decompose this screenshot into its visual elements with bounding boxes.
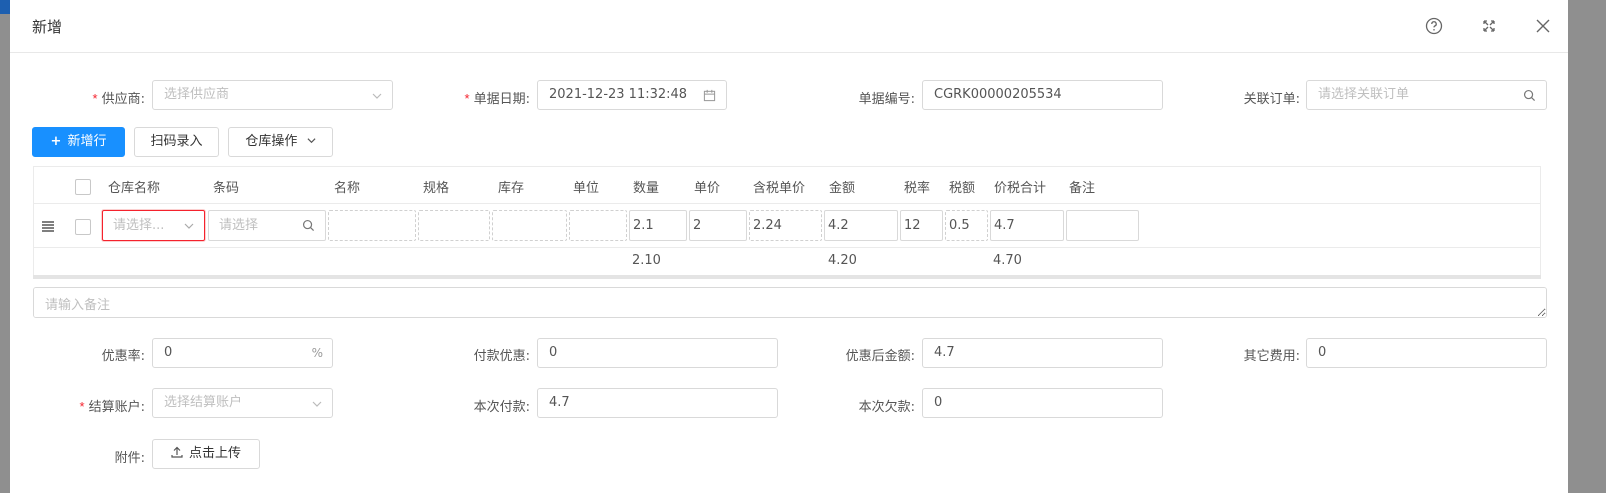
- dialog-title: 新增: [32, 18, 63, 36]
- chevron-down-icon: [184, 223, 194, 229]
- date-picker[interactable]: 2021-12-23 11:32:48: [537, 80, 727, 110]
- total-input[interactable]: 4.7: [990, 210, 1064, 241]
- table-divider: [33, 203, 1541, 204]
- order-label: 关联订单:: [1243, 92, 1300, 107]
- col-remark: 备注: [1069, 181, 1096, 196]
- row-checkbox[interactable]: [75, 219, 91, 235]
- tax-cell[interactable]: 0.5: [945, 210, 988, 241]
- warehouse-select[interactable]: 请选择...: [102, 210, 205, 241]
- scan-entry-button[interactable]: 扫码录入: [134, 127, 219, 157]
- col-name: 名称: [334, 181, 361, 196]
- attachment-label: 附件:: [114, 451, 145, 466]
- help-icon[interactable]: [1424, 16, 1444, 36]
- other-fee-label: 其它费用:: [1243, 349, 1300, 364]
- background-overlay: [1568, 0, 1606, 493]
- payment-discount-input[interactable]: 0: [537, 338, 778, 368]
- this-payment-label: 本次付款:: [473, 400, 530, 415]
- date-label: * 单据日期:: [464, 91, 530, 107]
- plus-icon: +: [50, 134, 62, 149]
- barcode-search[interactable]: 请选择: [208, 210, 326, 241]
- name-cell[interactable]: [328, 210, 416, 241]
- sum-amount: 4.20: [828, 253, 857, 268]
- remark-cell-input[interactable]: [1066, 210, 1139, 241]
- add-row-button[interactable]: + 新增行: [32, 127, 125, 157]
- unit-cell[interactable]: [569, 210, 627, 241]
- col-qty: 数量: [633, 181, 660, 196]
- calendar-icon: [703, 89, 716, 102]
- chevron-down-icon: [372, 93, 382, 99]
- close-icon[interactable]: [1533, 16, 1553, 36]
- col-spec: 规格: [423, 181, 450, 196]
- warehouse-ops-dropdown[interactable]: 仓库操作: [228, 127, 333, 157]
- col-price: 单价: [694, 181, 721, 196]
- discount-rate-label: 优惠率:: [101, 349, 145, 364]
- col-barcode: 条码: [213, 181, 240, 196]
- spec-cell[interactable]: [418, 210, 490, 241]
- fullscreen-icon[interactable]: [1479, 16, 1499, 36]
- percent-suffix: %: [311, 346, 323, 360]
- chevron-down-icon: [312, 401, 322, 407]
- doc-no-label: 单据编号:: [858, 92, 915, 107]
- after-discount-label: 优惠后金额:: [845, 349, 915, 364]
- upload-button[interactable]: 点击上传: [152, 439, 260, 469]
- sum-total: 4.70: [993, 253, 1022, 268]
- supplier-select[interactable]: 选择供应商: [152, 80, 393, 110]
- search-icon[interactable]: [1523, 89, 1536, 102]
- order-search-input[interactable]: 请选择关联订单: [1306, 80, 1547, 110]
- qty-input[interactable]: 2.1: [629, 210, 687, 241]
- stock-cell[interactable]: [492, 210, 567, 241]
- col-tax-price: 含税单价: [753, 181, 806, 196]
- col-unit: 单位: [573, 181, 600, 196]
- col-total: 价税合计: [994, 181, 1047, 196]
- table-divider: [33, 247, 1541, 248]
- supplier-label: * 供应商:: [92, 91, 145, 107]
- other-fee-input[interactable]: 0: [1306, 338, 1547, 368]
- this-debt-label: 本次欠款:: [858, 400, 915, 415]
- discount-rate-input[interactable]: 0 %: [152, 338, 333, 368]
- this-debt-input[interactable]: 0: [922, 388, 1163, 418]
- upload-icon: [171, 446, 183, 458]
- table-scrollbar[interactable]: [33, 275, 1541, 279]
- this-payment-input[interactable]: 4.7: [537, 388, 778, 418]
- background-accent: [0, 0, 10, 14]
- account-label: * 结算账户:: [79, 399, 145, 415]
- tax-rate-input[interactable]: 12: [900, 210, 943, 241]
- payment-discount-label: 付款优惠:: [473, 349, 530, 364]
- sum-qty: 2.10: [632, 253, 661, 268]
- col-tax: 税额: [949, 181, 976, 196]
- select-all-checkbox[interactable]: [75, 179, 91, 195]
- col-stock: 库存: [498, 181, 525, 196]
- search-icon[interactable]: [302, 219, 315, 232]
- add-dialog: 新增 * 供应商: 选择供应商 * 单据日期: 2021-12-23 11:32:4…: [10, 0, 1568, 493]
- col-amount: 金额: [829, 181, 856, 196]
- col-tax-rate: 税率: [904, 181, 931, 196]
- doc-no-field[interactable]: CGRK00000205534: [922, 80, 1163, 110]
- tax-price-cell[interactable]: 2.24: [749, 210, 822, 241]
- amount-input[interactable]: 4.2: [824, 210, 898, 241]
- dialog-header: 新增: [10, 0, 1568, 53]
- drag-handle-icon[interactable]: [41, 219, 55, 233]
- price-input[interactable]: 2: [689, 210, 747, 241]
- chevron-down-icon: [307, 138, 316, 144]
- remark-textarea[interactable]: [33, 287, 1547, 318]
- col-warehouse: 仓库名称: [108, 181, 161, 196]
- after-discount-input[interactable]: 4.7: [922, 338, 1163, 368]
- account-select[interactable]: 选择结算账户: [152, 388, 333, 418]
